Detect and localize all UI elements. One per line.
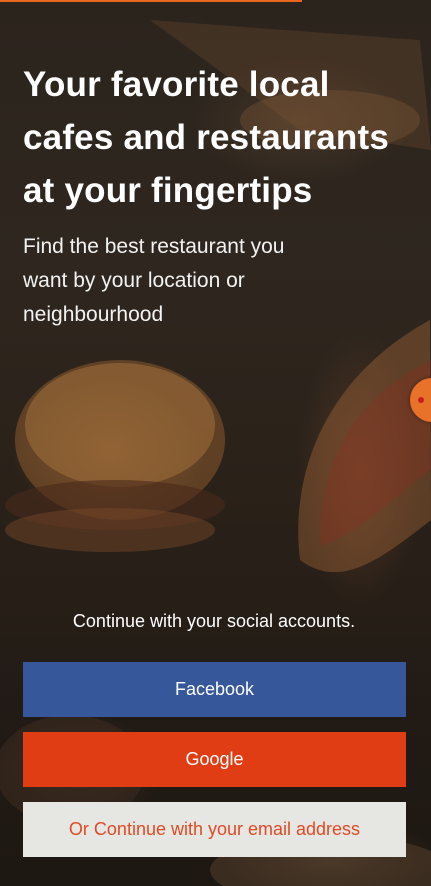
handle-dot-icon (418, 397, 424, 403)
onboarding-screen: Your favorite local cafes and restaurant… (0, 0, 431, 886)
social-accounts-caption: Continue with your social accounts. (72, 611, 356, 631)
email-login-button[interactable]: Or Continue with your email address (23, 802, 406, 857)
facebook-login-button[interactable]: Facebook (23, 662, 406, 717)
google-login-button[interactable]: Google (23, 732, 406, 787)
headline: Your favorite local cafes and restaurant… (23, 65, 390, 210)
subtitle: Find the best restaurant you want by you… (23, 235, 285, 326)
